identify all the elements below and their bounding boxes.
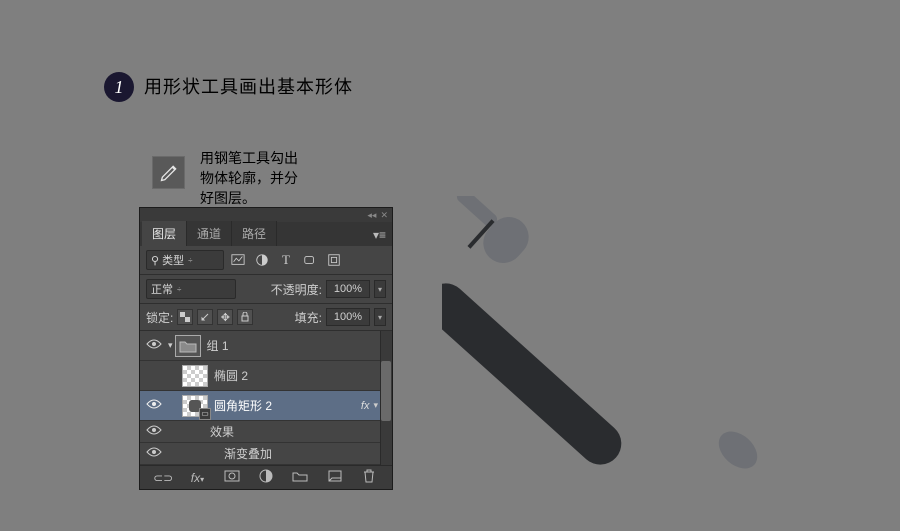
fill-slider-handle[interactable]: ▾ <box>374 308 386 326</box>
blend-mode-label: 正常 <box>151 281 173 297</box>
search-icon: ⚲ <box>151 254 159 267</box>
shape-illustration <box>442 196 822 506</box>
opacity-label: 不透明度: <box>271 281 322 298</box>
effects-label: 效果 <box>210 423 392 440</box>
filter-adjust-icon[interactable] <box>252 251 272 269</box>
visibility-icon[interactable] <box>140 424 168 439</box>
group-disclosure-icon[interactable]: ▾ <box>168 340 173 351</box>
layers-panel: ◂◂ ✕ 图层 通道 路径 ▾≡ ⚲ 类型 ÷ T 正常 ÷ <box>139 207 393 490</box>
filter-kind-dropdown[interactable]: ⚲ 类型 ÷ <box>146 250 224 270</box>
filter-kind-label: 类型 <box>162 252 184 268</box>
layer-roundrect-row[interactable]: ▭ 圆角矩形 2 fx ▾ <box>140 391 392 421</box>
folder-icon <box>175 335 201 357</box>
shape-link-badge: ▭ <box>199 408 211 420</box>
effects-header-row[interactable]: 效果 <box>140 421 392 443</box>
filter-pixel-icon[interactable] <box>228 251 248 269</box>
effect-gradient-overlay-row[interactable]: 渐变叠加 <box>140 443 392 465</box>
collapse-icon[interactable]: ◂◂ <box>367 210 376 221</box>
layer-tree: ▾ 组 1 椭圆 2 ▭ 圆角矩形 2 fx ▾ <box>140 331 392 465</box>
blend-row: 正常 ÷ 不透明度: 100% ▾ <box>140 275 392 304</box>
lock-position-icon[interactable]: ✥ <box>217 309 233 325</box>
layer-thumbnail <box>182 365 208 387</box>
filter-smart-icon[interactable] <box>324 251 344 269</box>
layer-style-icon[interactable]: fx▾ <box>185 471 209 485</box>
lock-all-icon[interactable] <box>237 309 253 325</box>
pen-note: 用钢笔工具勾出 物体轮廓，并分 好图层。 <box>200 150 298 210</box>
effect-name: 渐变叠加 <box>224 445 392 462</box>
visibility-icon[interactable] <box>140 398 168 413</box>
lock-transparency-icon[interactable] <box>177 309 193 325</box>
chevron-down-icon: ÷ <box>177 285 181 294</box>
visibility-icon[interactable] <box>140 338 168 353</box>
fill-value[interactable]: 100% <box>326 308 370 326</box>
tab-channels[interactable]: 通道 <box>187 221 232 246</box>
layer-group-row[interactable]: ▾ 组 1 <box>140 331 392 361</box>
filter-row: ⚲ 类型 ÷ T <box>140 246 392 275</box>
page-title: 用形状工具画出基本形体 <box>144 73 353 99</box>
delete-layer-icon[interactable] <box>357 469 381 486</box>
filter-type-icon[interactable]: T <box>276 251 296 269</box>
lock-paint-icon[interactable] <box>197 309 213 325</box>
visibility-icon[interactable] <box>140 446 168 461</box>
link-layers-icon[interactable]: ⊂⊃ <box>151 471 175 485</box>
scrollbar-thumb[interactable] <box>381 361 391 421</box>
opacity-value[interactable]: 100% <box>326 280 370 298</box>
fx-badge[interactable]: fx <box>361 400 370 412</box>
tab-paths[interactable]: 路径 <box>232 221 277 246</box>
step-badge: 1 <box>104 72 134 102</box>
layer-name: 圆角矩形 2 <box>214 397 361 414</box>
layer-name: 椭圆 2 <box>214 367 380 384</box>
pen-tool-icon <box>152 156 185 189</box>
layer-name: 组 1 <box>207 337 380 354</box>
fill-label: 填充: <box>295 309 322 326</box>
filter-shape-icon[interactable] <box>300 251 320 269</box>
panel-topbar: ◂◂ ✕ <box>140 208 392 222</box>
adjustment-layer-icon[interactable] <box>254 469 278 486</box>
opacity-slider-handle[interactable]: ▾ <box>374 280 386 298</box>
lock-row: 锁定: ✥ 填充: 100% ▾ <box>140 304 392 331</box>
new-layer-icon[interactable] <box>323 470 347 485</box>
close-icon[interactable]: ✕ <box>380 210 388 221</box>
layer-ellipse-row[interactable]: 椭圆 2 <box>140 361 392 391</box>
new-group-icon[interactable] <box>288 470 312 485</box>
layer-thumbnail: ▭ <box>182 395 208 417</box>
pen-note-line: 物体轮廓，并分 <box>200 170 298 190</box>
blend-mode-dropdown[interactable]: 正常 ÷ <box>146 279 236 299</box>
panel-bottom-bar: ⊂⊃ fx▾ <box>140 465 392 489</box>
panel-tabs: 图层 通道 路径 ▾≡ <box>140 222 392 246</box>
pen-note-line: 用钢笔工具勾出 <box>200 150 298 170</box>
lock-label: 锁定: <box>146 309 173 326</box>
layer-mask-icon[interactable] <box>220 470 244 485</box>
fx-disclosure-icon[interactable]: ▾ <box>373 400 378 411</box>
panel-menu-icon[interactable]: ▾≡ <box>367 224 392 246</box>
tab-layers[interactable]: 图层 <box>142 221 187 246</box>
layer-scrollbar[interactable] <box>380 331 392 465</box>
chevron-down-icon: ÷ <box>188 256 192 265</box>
